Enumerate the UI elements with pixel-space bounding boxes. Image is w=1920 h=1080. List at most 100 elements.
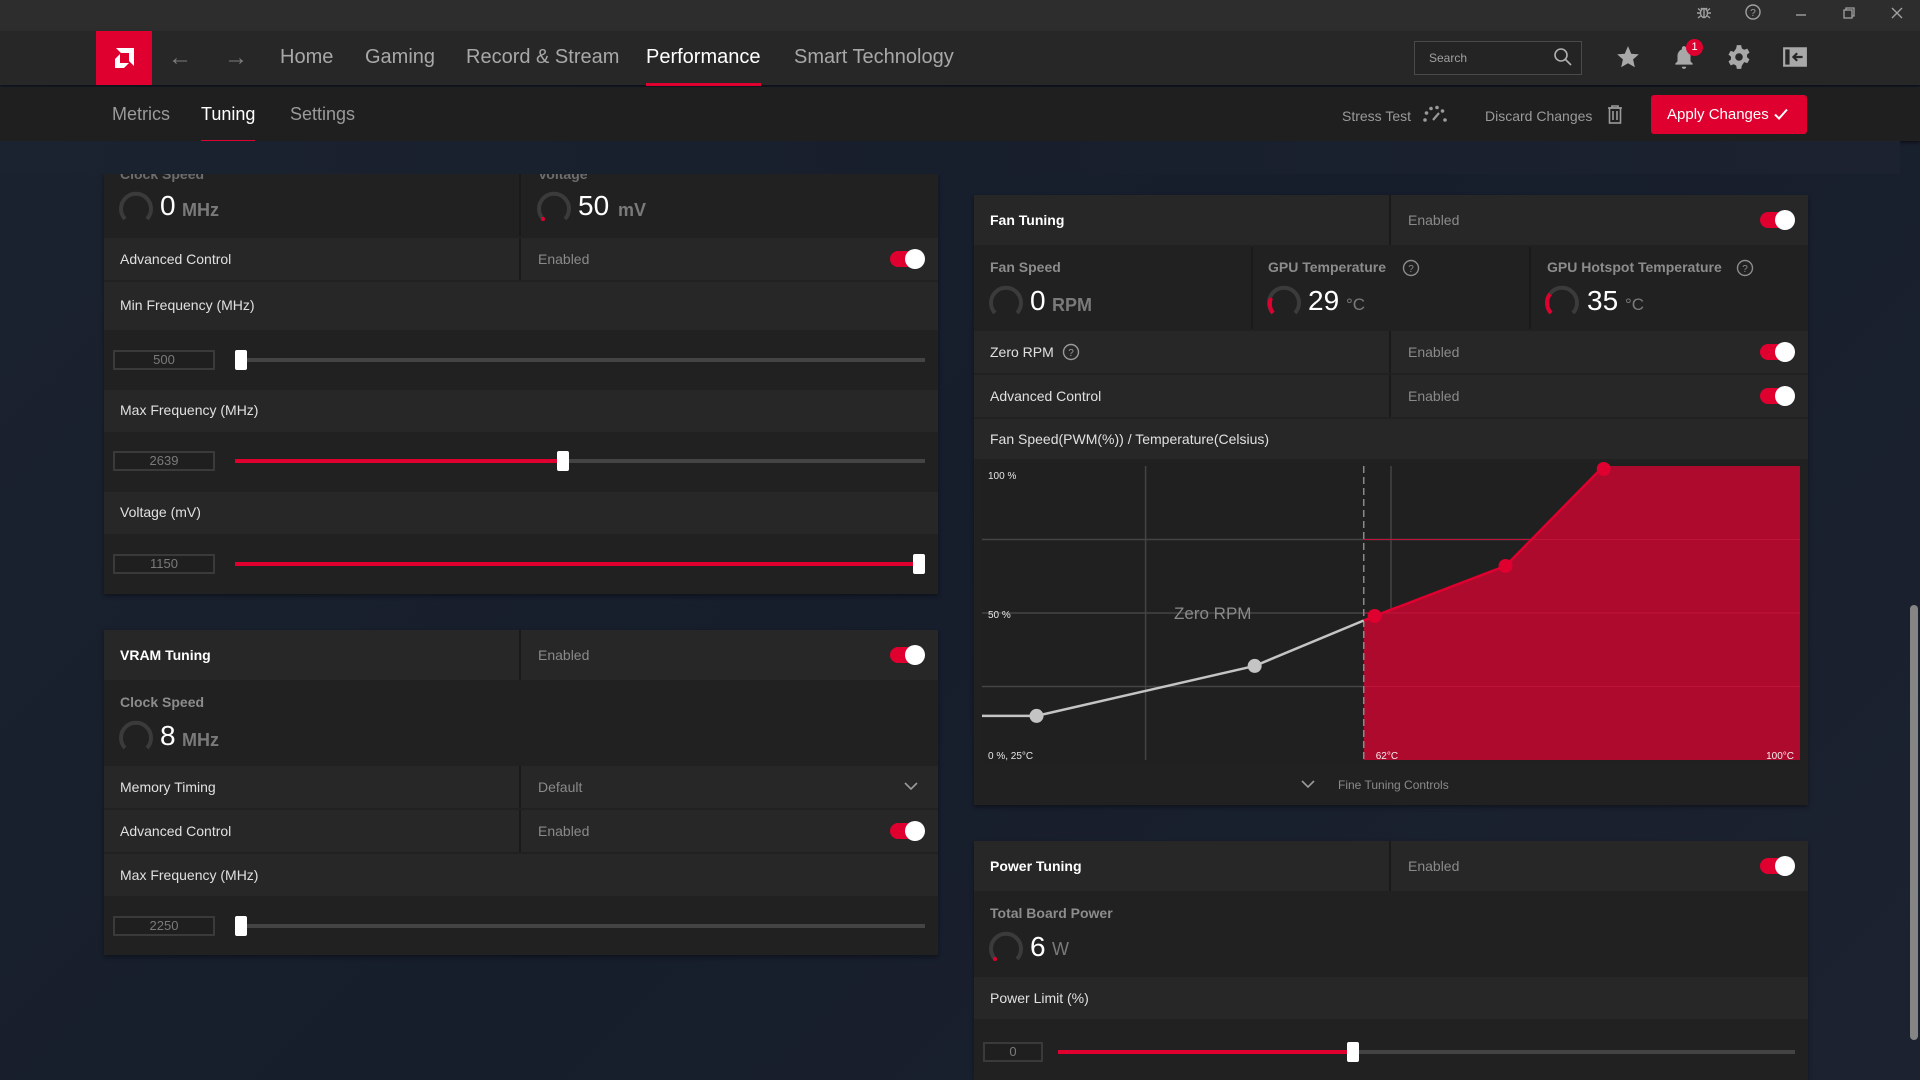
vram-clock-gauge-icon bbox=[119, 720, 153, 750]
tab-settings[interactable]: Settings bbox=[290, 104, 355, 125]
top-navigation: ← → Home Gaming Record & Stream Performa… bbox=[0, 31, 1920, 86]
gpu-temperature-gauge-icon bbox=[1267, 285, 1301, 315]
gpu-hotspot-unit: °C bbox=[1625, 295, 1645, 314]
sidebar-toggle-icon[interactable] bbox=[1782, 44, 1808, 75]
close-icon[interactable] bbox=[1882, 4, 1912, 28]
help-icon[interactable]: ? bbox=[1736, 259, 1754, 277]
max-frequency-input[interactable]: 2639 bbox=[113, 451, 215, 471]
vertical-scrollbar[interactable] bbox=[1910, 605, 1918, 1040]
search-icon[interactable] bbox=[1553, 47, 1573, 72]
slider-thumb[interactable] bbox=[556, 451, 569, 471]
back-arrow-icon[interactable]: ← bbox=[168, 44, 192, 72]
power-tuning-toggle[interactable] bbox=[1760, 856, 1795, 876]
fan-curve-point-2[interactable] bbox=[1247, 658, 1262, 673]
search-input[interactable] bbox=[1415, 42, 1545, 74]
vram-clock-value: 8 bbox=[160, 720, 176, 751]
fan-curve-point-1[interactable] bbox=[1029, 708, 1044, 723]
fine-tuning-row[interactable]: Fine Tuning Controls bbox=[974, 765, 1808, 805]
voltage-input[interactable]: 1150 bbox=[113, 554, 215, 574]
fan-metrics-row: Fan Speed 0 RPM GPU Temperature ? 29 °C … bbox=[974, 247, 1808, 329]
help-icon[interactable]: ? bbox=[1062, 343, 1080, 361]
fan-header-row: Fan Tuning Enabled bbox=[974, 195, 1808, 245]
zero-rpm-row: Zero RPM ? Enabled bbox=[974, 331, 1808, 373]
apply-changes-button[interactable]: Apply Changes bbox=[1651, 95, 1807, 134]
nav-gaming[interactable]: Gaming bbox=[365, 46, 435, 69]
help-icon[interactable]: ? bbox=[1738, 4, 1768, 28]
fan-advanced-control-row: Advanced Control Enabled bbox=[974, 375, 1808, 417]
clock-speed-value: 0 bbox=[160, 190, 176, 221]
trash-icon bbox=[1607, 104, 1623, 127]
amd-logo[interactable] bbox=[96, 31, 152, 85]
min-frequency-slider[interactable] bbox=[235, 350, 925, 370]
scroll-mask bbox=[0, 141, 1900, 174]
fan-curve-point-3[interactable] bbox=[1367, 608, 1382, 623]
bug-report-icon[interactable] bbox=[1689, 4, 1719, 28]
restore-icon[interactable] bbox=[1834, 4, 1864, 28]
fan-curve-chart[interactable]: 100 % 50 % 0 %, 25°C 62°C 100°C Zero RPM bbox=[982, 462, 1800, 764]
vram-max-frequency-input[interactable]: 2250 bbox=[113, 916, 215, 936]
max-frequency-slider[interactable] bbox=[235, 451, 925, 471]
toggle-knob bbox=[1775, 342, 1795, 362]
toggle-knob bbox=[1775, 386, 1795, 406]
nav-home[interactable]: Home bbox=[280, 46, 333, 69]
vram-tuning-toggle[interactable] bbox=[890, 645, 925, 665]
nav-performance[interactable]: Performance bbox=[646, 46, 761, 86]
slider-fill bbox=[235, 562, 925, 566]
divider bbox=[519, 630, 521, 680]
zero-rpm-toggle[interactable] bbox=[1760, 342, 1795, 362]
svg-text:?: ? bbox=[1408, 264, 1414, 275]
fan-curve-point-5[interactable] bbox=[1596, 462, 1611, 476]
power-limit-slider[interactable] bbox=[1058, 1042, 1795, 1062]
divider bbox=[519, 810, 521, 852]
gpu-metrics-row: Clock Speed 0 MHz Voltage 50 mV bbox=[104, 166, 938, 236]
fan-curve-point-4[interactable] bbox=[1498, 558, 1513, 573]
discard-changes-button[interactable]: Discard Changes bbox=[1485, 105, 1622, 124]
tab-metrics[interactable]: Metrics bbox=[112, 104, 170, 125]
slider-thumb[interactable] bbox=[235, 350, 247, 370]
divider bbox=[519, 238, 521, 280]
memory-timing-row: Memory Timing Default bbox=[104, 766, 938, 808]
divider bbox=[1251, 247, 1253, 329]
vram-advanced-control-toggle[interactable] bbox=[890, 821, 925, 841]
chevron-down-icon[interactable] bbox=[1301, 779, 1315, 789]
tab-tuning[interactable]: Tuning bbox=[201, 104, 256, 143]
favorites-star-icon[interactable] bbox=[1615, 44, 1641, 75]
advanced-control-toggle[interactable] bbox=[890, 249, 925, 269]
memory-timing-dropdown[interactable]: Default bbox=[521, 766, 938, 808]
settings-gear-icon[interactable] bbox=[1726, 44, 1752, 75]
nav-smart-technology[interactable]: Smart Technology bbox=[794, 46, 954, 69]
min-frequency-input[interactable]: 500 bbox=[113, 350, 215, 370]
fan-speed-value: 0 bbox=[1030, 285, 1046, 316]
fine-tuning-controls-link[interactable]: Fine Tuning Controls bbox=[1338, 778, 1449, 792]
fan-advanced-control-toggle[interactable] bbox=[1760, 386, 1795, 406]
vram-clock-unit: MHz bbox=[182, 730, 219, 750]
svg-text:?: ? bbox=[1742, 264, 1748, 275]
forward-arrow-icon[interactable]: → bbox=[224, 44, 248, 72]
vram-max-frequency-slider[interactable] bbox=[235, 916, 925, 936]
power-limit-slider-row: 0 bbox=[974, 1021, 1808, 1080]
x-tick-100c: 100°C bbox=[1766, 751, 1794, 762]
gpu-temperature-title: GPU Temperature bbox=[1268, 259, 1386, 275]
slider-thumb[interactable] bbox=[1346, 1042, 1359, 1062]
slider-thumb[interactable] bbox=[913, 554, 925, 574]
x-tick-62c: 62°C bbox=[1376, 751, 1398, 762]
max-frequency-label-row: Max Frequency (MHz) bbox=[104, 390, 938, 432]
vram-advanced-control-label: Advanced Control bbox=[120, 823, 232, 839]
vram-max-frequency-slider-row: 2250 bbox=[104, 898, 938, 955]
toggle-knob bbox=[905, 249, 925, 269]
vram-advanced-control-row: Advanced Control Enabled bbox=[104, 810, 938, 852]
slider-thumb[interactable] bbox=[235, 916, 247, 936]
nav-record-stream[interactable]: Record & Stream bbox=[466, 46, 619, 69]
notification-badge: 1 bbox=[1686, 39, 1703, 56]
fan-tuning-toggle[interactable] bbox=[1760, 210, 1795, 230]
advanced-control-row: Advanced Control Enabled bbox=[104, 238, 938, 280]
voltage-slider[interactable] bbox=[235, 554, 925, 574]
minimize-icon[interactable] bbox=[1786, 4, 1816, 28]
power-limit-input[interactable]: 0 bbox=[983, 1042, 1043, 1062]
help-icon[interactable]: ? bbox=[1402, 259, 1420, 277]
checkmark-icon bbox=[1773, 106, 1789, 126]
gpu-hotspot-gauge-icon bbox=[1545, 285, 1579, 315]
vram-advanced-control-state: Enabled bbox=[538, 823, 590, 839]
voltage-unit: mV bbox=[618, 200, 647, 220]
stress-test-button[interactable]: Stress Test bbox=[1342, 105, 1447, 124]
